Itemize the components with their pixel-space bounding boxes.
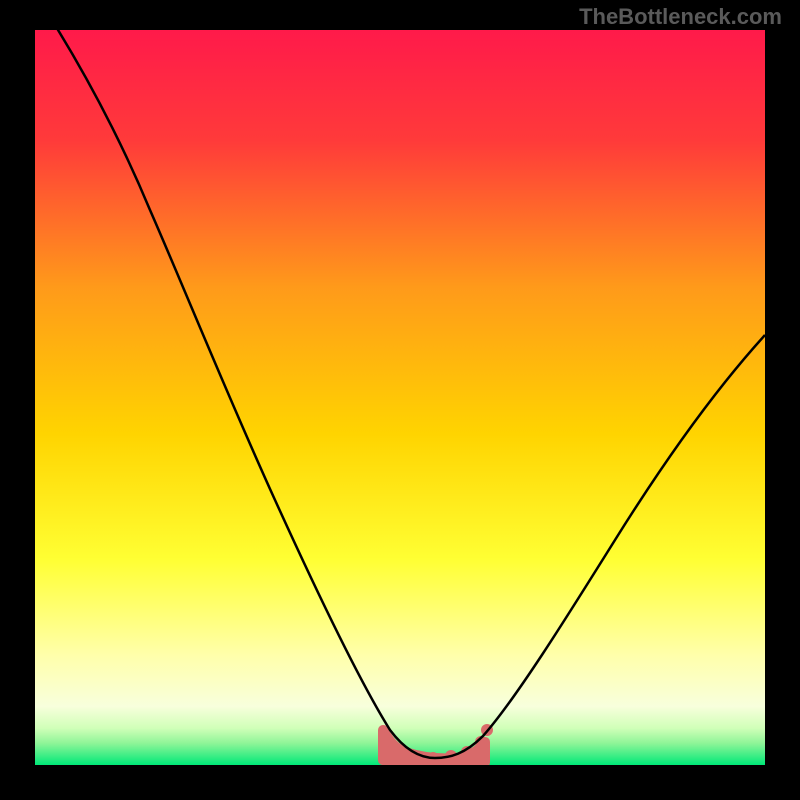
curve-left-branch xyxy=(55,30,435,758)
bottleneck-curve xyxy=(35,30,765,765)
chart-plot-area xyxy=(35,30,765,765)
highlight-dot xyxy=(381,732,393,744)
watermark-text: TheBottleneck.com xyxy=(579,4,782,30)
curve-right-branch xyxy=(435,335,765,758)
